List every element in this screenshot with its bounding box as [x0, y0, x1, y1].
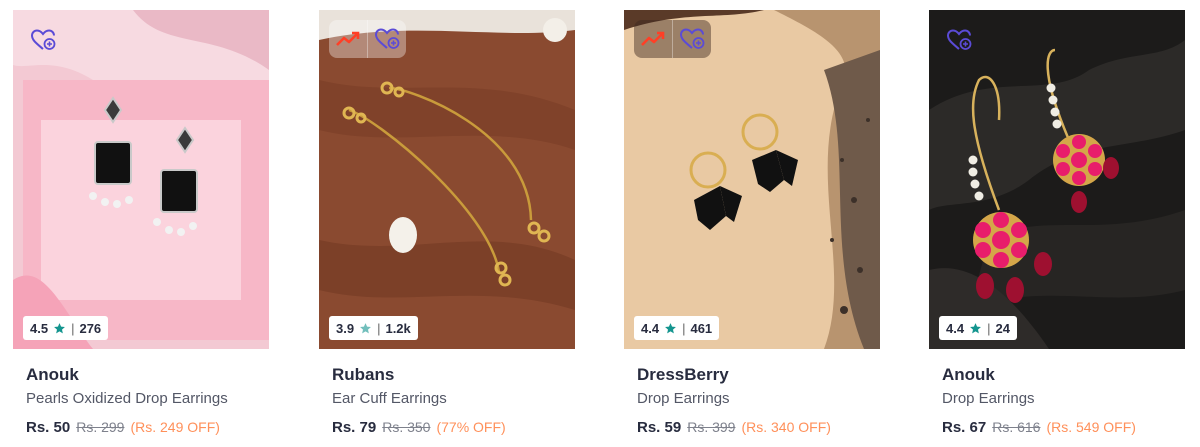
- product-image[interactable]: 4.4 | 461: [624, 10, 880, 349]
- product-card[interactable]: 4.5 | 276 Anouk Pearls Oxidized Drop Ear…: [13, 10, 269, 436]
- price-row: Rs. 59 Rs. 399 (Rs. 340 OFF): [637, 419, 880, 436]
- product-card[interactable]: 4.4 | 24 Anouk Drop Earrings Rs. 67 Rs. …: [929, 10, 1185, 436]
- rating-badge: 4.4 | 24: [939, 316, 1017, 340]
- product-photo-pink-earrings: [13, 10, 269, 349]
- product-photo-butterfly-earrings: [624, 10, 880, 349]
- product-image[interactable]: 3.9 | 1.2k: [319, 10, 575, 349]
- star-icon: [54, 322, 65, 333]
- wishlist-icon[interactable]: [672, 20, 711, 58]
- product-brand[interactable]: DressBerry: [637, 365, 880, 387]
- price-mrp: Rs. 350: [382, 419, 431, 435]
- rating-badge: 4.4 | 461: [634, 316, 720, 340]
- product-card[interactable]: 4.4 | 461 DressBerry Drop Earrings Rs. 5…: [624, 10, 880, 436]
- rating-separator: |: [682, 320, 686, 336]
- wishlist-icon[interactable]: [939, 20, 979, 60]
- rating-badge: 4.5 | 276: [23, 316, 109, 340]
- product-photo-ear-cuff: [319, 10, 575, 349]
- product-brand[interactable]: Rubans: [332, 365, 575, 387]
- trending-icon[interactable]: [634, 20, 672, 58]
- price-row: Rs. 79 Rs. 350 (77% OFF): [332, 419, 575, 436]
- trending-icon[interactable]: [329, 20, 367, 58]
- price-current: Rs. 67: [942, 419, 987, 436]
- price-discount: (Rs. 340 OFF): [741, 419, 831, 435]
- price-row: Rs. 50 Rs. 299 (Rs. 249 OFF): [26, 419, 269, 436]
- price-mrp: Rs. 616: [992, 419, 1041, 435]
- review-count: 461: [690, 320, 713, 336]
- wishlist-icon[interactable]: [367, 20, 406, 58]
- rating-separator: |: [987, 320, 991, 336]
- image-actions: [634, 20, 711, 58]
- star-icon: [970, 322, 981, 333]
- review-count: 24: [995, 320, 1010, 336]
- product-card[interactable]: 3.9 | 1.2k Rubans Ear Cuff Earrings Rs. …: [319, 10, 575, 436]
- price-discount: (Rs. 549 OFF): [1046, 419, 1136, 435]
- product-title[interactable]: Ear Cuff Earrings: [332, 390, 575, 410]
- price-discount: (Rs. 249 OFF): [130, 419, 220, 435]
- product-image[interactable]: 4.5 | 276: [13, 10, 269, 349]
- price-discount: (77% OFF): [436, 419, 506, 435]
- rating-separator: |: [71, 320, 75, 336]
- product-image[interactable]: 4.4 | 24: [929, 10, 1185, 349]
- product-title[interactable]: Pearls Oxidized Drop Earrings: [26, 390, 269, 410]
- star-icon: [665, 322, 676, 333]
- price-row: Rs. 67 Rs. 616 (Rs. 549 OFF): [942, 419, 1185, 436]
- price-mrp: Rs. 399: [687, 419, 736, 435]
- price-current: Rs. 50: [26, 419, 71, 436]
- price-current: Rs. 79: [332, 419, 377, 436]
- price-mrp: Rs. 299: [76, 419, 125, 435]
- image-actions: [23, 20, 63, 60]
- rating-value: 4.5: [30, 320, 49, 336]
- rating-value: 3.9: [336, 320, 355, 336]
- product-title[interactable]: Drop Earrings: [942, 390, 1185, 410]
- product-brand[interactable]: Anouk: [942, 365, 1185, 387]
- review-count: 1.2k: [385, 320, 411, 336]
- product-title[interactable]: Drop Earrings: [637, 390, 880, 410]
- image-actions: [329, 20, 406, 58]
- rating-value: 4.4: [946, 320, 965, 336]
- rating-value: 4.4: [641, 320, 660, 336]
- rating-badge: 3.9 | 1.2k: [329, 316, 418, 340]
- review-count: 276: [79, 320, 102, 336]
- product-photo-pink-floral-earrings: [929, 10, 1185, 349]
- wishlist-icon[interactable]: [23, 20, 63, 60]
- rating-separator: |: [377, 320, 381, 336]
- product-grid: 4.5 | 276 Anouk Pearls Oxidized Drop Ear…: [0, 0, 1200, 447]
- price-current: Rs. 59: [637, 419, 682, 436]
- image-actions: [939, 20, 979, 60]
- product-brand[interactable]: Anouk: [26, 365, 269, 387]
- star-icon: [360, 322, 371, 333]
